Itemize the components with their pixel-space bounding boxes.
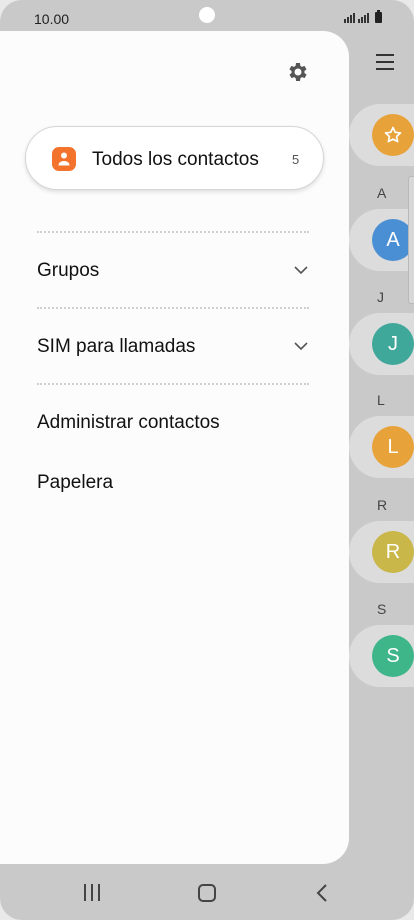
star-icon <box>372 114 414 156</box>
contact-row[interactable]: L <box>349 416 414 478</box>
divider <box>37 307 309 309</box>
menu-item-label: Papelera <box>37 472 114 493</box>
all-contacts-label: Todos los contactos <box>92 149 259 170</box>
section-letter: L <box>377 392 385 408</box>
navigation-drawer: Todos los contactos 5 Grupos SIM para ll… <box>0 31 349 864</box>
camera-cutout <box>199 7 215 23</box>
divider <box>37 383 309 385</box>
recent-apps-icon[interactable] <box>83 884 101 902</box>
chevron-down-icon <box>293 262 309 278</box>
home-icon[interactable] <box>198 884 216 902</box>
menu-item-label: Administrar contactos <box>37 412 220 433</box>
section-letter: A <box>377 185 387 201</box>
fast-scroll-handle[interactable] <box>408 176 414 304</box>
menu-item-label: Grupos <box>37 260 100 281</box>
all-contacts-button[interactable]: Todos los contactos 5 <box>25 126 324 190</box>
contact-row[interactable]: A <box>349 209 414 271</box>
menu-item-trash[interactable]: Papelera <box>37 468 309 498</box>
avatar: L <box>372 426 414 468</box>
avatar: J <box>372 323 414 365</box>
divider <box>37 231 309 233</box>
gear-icon[interactable] <box>286 60 310 84</box>
chevron-down-icon <box>293 338 309 354</box>
favorites-row[interactable] <box>349 104 414 166</box>
avatar: S <box>372 635 414 677</box>
avatar: R <box>372 531 414 573</box>
section-letter: J <box>377 289 384 305</box>
menu-item-label: SIM para llamadas <box>37 336 196 357</box>
section-letter: S <box>377 601 387 617</box>
section-letter: R <box>377 497 388 513</box>
contact-row[interactable]: S <box>349 625 414 687</box>
contacts-person-icon <box>52 147 76 171</box>
contact-row[interactable]: J <box>349 313 414 375</box>
menu-item-sim-calls[interactable]: SIM para llamadas <box>37 332 309 362</box>
menu-item-manage-contacts[interactable]: Administrar contactos <box>37 408 309 438</box>
all-contacts-count: 5 <box>292 152 300 167</box>
contact-row[interactable]: R <box>349 521 414 583</box>
back-icon[interactable] <box>315 883 329 903</box>
status-time: 10.00 <box>34 11 70 27</box>
system-navigation-bar <box>0 864 414 920</box>
menu-item-groups[interactable]: Grupos <box>37 256 309 286</box>
phone-screen: 10.00 A A J J L L R R S S Todos los cont… <box>0 0 414 920</box>
contact-list-background: A A J J L L R R S S <box>349 0 414 920</box>
